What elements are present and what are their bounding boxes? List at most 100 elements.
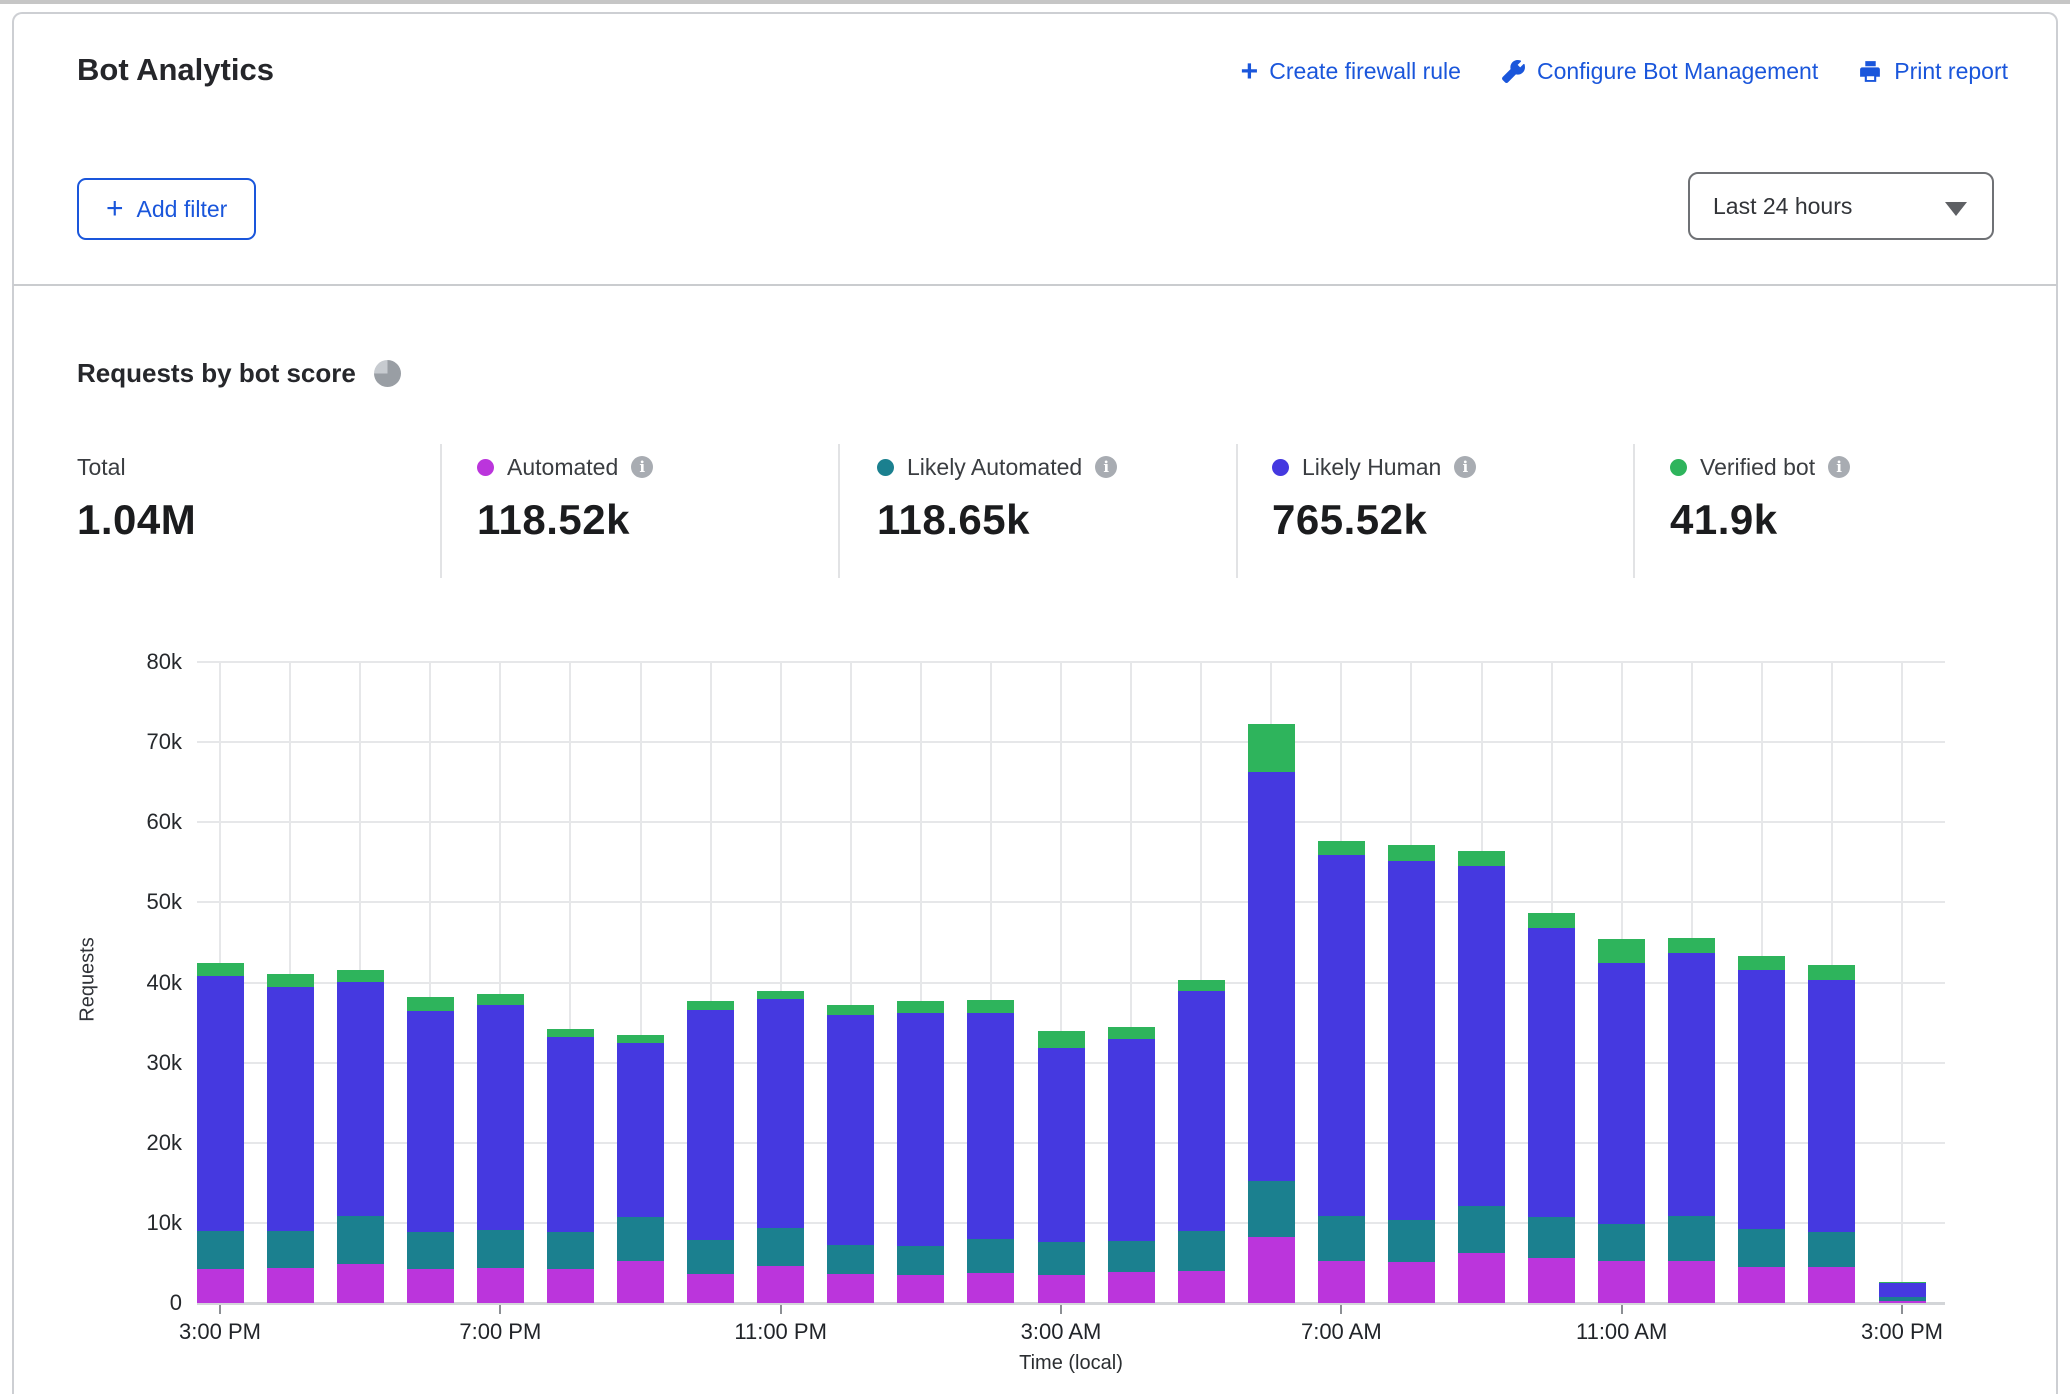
bar-likely_automated[interactable] xyxy=(1528,1217,1575,1258)
bar-verified_bot[interactable] xyxy=(1738,956,1785,970)
bar-automated[interactable] xyxy=(1318,1261,1365,1303)
bar-automated[interactable] xyxy=(337,1264,384,1303)
bar-automated[interactable] xyxy=(1388,1262,1435,1303)
bar-automated[interactable] xyxy=(1879,1301,1926,1303)
bar-likely_automated[interactable] xyxy=(337,1216,384,1264)
bar-verified_bot[interactable] xyxy=(687,1001,734,1010)
bar-automated[interactable] xyxy=(1038,1275,1085,1303)
bar-automated[interactable] xyxy=(617,1261,664,1303)
bar-automated[interactable] xyxy=(1178,1271,1225,1303)
bar-verified_bot[interactable] xyxy=(407,997,454,1011)
bar-likely_automated[interactable] xyxy=(1388,1220,1435,1262)
bar-likely_human[interactable] xyxy=(617,1043,664,1217)
bar-automated[interactable] xyxy=(1458,1253,1505,1303)
bar-likely_human[interactable] xyxy=(407,1011,454,1232)
bar-automated[interactable] xyxy=(1598,1261,1645,1303)
bar-likely_automated[interactable] xyxy=(1178,1231,1225,1271)
bar-verified_bot[interactable] xyxy=(1318,841,1365,855)
bar-likely_human[interactable] xyxy=(757,999,804,1229)
bar-automated[interactable] xyxy=(757,1266,804,1303)
bar-verified_bot[interactable] xyxy=(827,1005,874,1015)
bar-automated[interactable] xyxy=(1668,1261,1715,1303)
bar-likely_automated[interactable] xyxy=(1598,1224,1645,1261)
bar-automated[interactable] xyxy=(1808,1267,1855,1303)
bar-verified_bot[interactable] xyxy=(1528,913,1575,928)
bar-likely_automated[interactable] xyxy=(1738,1229,1785,1267)
bar-verified_bot[interactable] xyxy=(757,991,804,999)
bar-likely_automated[interactable] xyxy=(1318,1216,1365,1261)
bar-likely_human[interactable] xyxy=(1248,772,1295,1181)
info-icon[interactable]: i xyxy=(1828,456,1850,478)
bar-verified_bot[interactable] xyxy=(477,994,524,1005)
bar-verified_bot[interactable] xyxy=(197,963,244,976)
bar-likely_human[interactable] xyxy=(337,982,384,1216)
bar-likely_human[interactable] xyxy=(1528,928,1575,1217)
bar-likely_automated[interactable] xyxy=(1668,1216,1715,1261)
bar-likely_human[interactable] xyxy=(1318,855,1365,1216)
bar-likely_human[interactable] xyxy=(267,987,314,1231)
configure-bot-management-link[interactable]: Configure Bot Management xyxy=(1501,58,1818,85)
bar-automated[interactable] xyxy=(827,1274,874,1303)
bar-verified_bot[interactable] xyxy=(1598,939,1645,963)
info-icon[interactable]: i xyxy=(1095,456,1117,478)
bar-likely_automated[interactable] xyxy=(757,1228,804,1266)
bar-likely_automated[interactable] xyxy=(1458,1206,1505,1253)
info-icon[interactable]: i xyxy=(1454,456,1476,478)
bar-verified_bot[interactable] xyxy=(1879,1282,1926,1283)
bar-verified_bot[interactable] xyxy=(1458,851,1505,866)
bar-likely_automated[interactable] xyxy=(1879,1297,1926,1300)
bar-likely_human[interactable] xyxy=(967,1013,1014,1239)
bar-likely_human[interactable] xyxy=(1879,1283,1926,1297)
bar-verified_bot[interactable] xyxy=(1108,1027,1155,1040)
bar-automated[interactable] xyxy=(547,1269,594,1303)
bar-automated[interactable] xyxy=(1108,1272,1155,1303)
bar-likely_human[interactable] xyxy=(477,1005,524,1230)
bar-likely_automated[interactable] xyxy=(547,1232,594,1268)
add-filter-button[interactable]: + Add filter xyxy=(77,178,256,240)
bar-likely_automated[interactable] xyxy=(267,1231,314,1268)
bar-likely_human[interactable] xyxy=(1038,1048,1085,1242)
bar-automated[interactable] xyxy=(967,1273,1014,1303)
bar-likely_automated[interactable] xyxy=(827,1245,874,1274)
info-icon[interactable]: i xyxy=(631,456,653,478)
bar-automated[interactable] xyxy=(1248,1237,1295,1303)
create-firewall-rule-link[interactable]: + Create firewall rule xyxy=(1241,58,1461,85)
bar-likely_automated[interactable] xyxy=(617,1217,664,1261)
bar-likely_automated[interactable] xyxy=(1808,1232,1855,1267)
bar-automated[interactable] xyxy=(897,1275,944,1303)
bar-likely_human[interactable] xyxy=(1388,861,1435,1220)
print-report-link[interactable]: Print report xyxy=(1858,58,2008,85)
bar-likely_human[interactable] xyxy=(897,1013,944,1246)
bar-verified_bot[interactable] xyxy=(897,1001,944,1013)
bar-automated[interactable] xyxy=(267,1268,314,1303)
bar-verified_bot[interactable] xyxy=(1388,845,1435,861)
bar-automated[interactable] xyxy=(1738,1267,1785,1303)
bar-likely_automated[interactable] xyxy=(477,1230,524,1268)
bar-likely_automated[interactable] xyxy=(407,1232,454,1270)
bar-automated[interactable] xyxy=(1528,1258,1575,1303)
bar-verified_bot[interactable] xyxy=(547,1029,594,1037)
bar-automated[interactable] xyxy=(477,1268,524,1303)
bar-likely_human[interactable] xyxy=(1458,866,1505,1206)
bar-likely_human[interactable] xyxy=(197,976,244,1231)
bar-likely_human[interactable] xyxy=(1738,970,1785,1230)
bar-likely_automated[interactable] xyxy=(687,1240,734,1274)
bar-verified_bot[interactable] xyxy=(337,970,384,981)
bar-likely_human[interactable] xyxy=(1108,1039,1155,1241)
bar-verified_bot[interactable] xyxy=(1178,980,1225,990)
bar-likely_human[interactable] xyxy=(827,1015,874,1245)
bar-likely_human[interactable] xyxy=(1598,963,1645,1223)
bar-verified_bot[interactable] xyxy=(1248,724,1295,771)
bar-verified_bot[interactable] xyxy=(617,1035,664,1044)
bar-likely_automated[interactable] xyxy=(1108,1241,1155,1271)
bar-likely_automated[interactable] xyxy=(197,1231,244,1269)
bar-automated[interactable] xyxy=(687,1274,734,1303)
bar-verified_bot[interactable] xyxy=(267,974,314,986)
bar-likely_human[interactable] xyxy=(547,1037,594,1233)
bar-likely_human[interactable] xyxy=(1668,953,1715,1217)
bar-likely_automated[interactable] xyxy=(967,1239,1014,1273)
bar-likely_automated[interactable] xyxy=(897,1246,944,1275)
bar-likely_human[interactable] xyxy=(1808,980,1855,1232)
bar-verified_bot[interactable] xyxy=(967,1000,1014,1013)
bar-likely_automated[interactable] xyxy=(1038,1242,1085,1275)
